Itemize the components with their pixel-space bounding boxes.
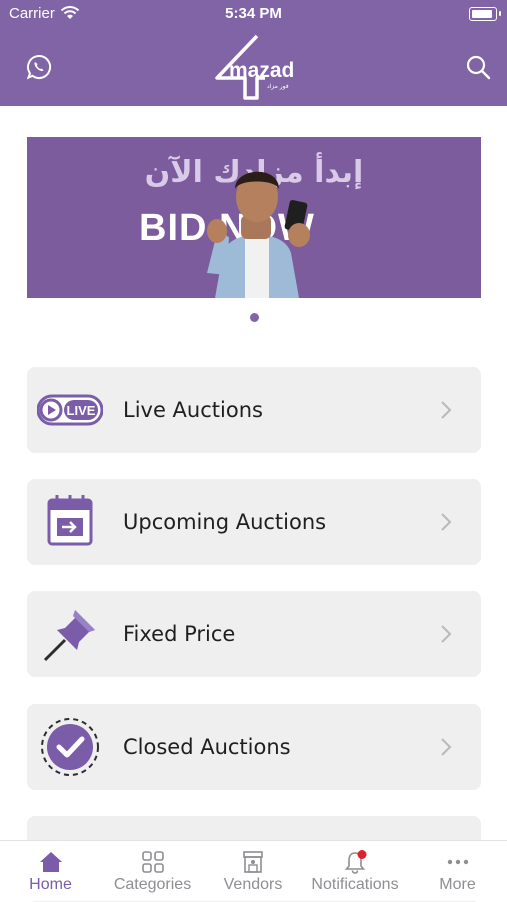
calendar-icon bbox=[47, 495, 93, 546]
tab-more[interactable]: More bbox=[408, 841, 507, 901]
store-icon bbox=[243, 851, 263, 873]
menu-item-label: Fixed Price bbox=[123, 622, 236, 646]
logo-text: mazad bbox=[229, 59, 294, 82]
status-time: 5:34 PM bbox=[225, 5, 282, 22]
more-icon bbox=[447, 859, 468, 865]
tab-label: Home bbox=[29, 876, 72, 893]
whatsapp-icon[interactable] bbox=[26, 54, 52, 80]
menu-item-label: Live Auctions bbox=[123, 398, 263, 422]
live-badge-text: LIVE bbox=[67, 403, 96, 418]
tab-label: Categories bbox=[113, 876, 192, 893]
tab-bar: Home Categories Vendors Notifications Mo… bbox=[0, 840, 507, 901]
menu-item-label: Closed Auctions bbox=[123, 735, 291, 759]
tab-label: Notifications bbox=[311, 876, 399, 893]
menu-item-closed-auctions[interactable]: Closed Auctions bbox=[27, 704, 481, 790]
status-bar: Carrier 5:34 PM bbox=[0, 0, 507, 28]
live-icon: LIVE bbox=[37, 394, 103, 426]
menu-item-upcoming-auctions[interactable]: Upcoming Auctions bbox=[27, 479, 481, 565]
menu-item-fixed-price[interactable]: Fixed Price bbox=[27, 591, 481, 677]
tab-categories[interactable]: Categories bbox=[101, 841, 204, 901]
home-icon bbox=[39, 852, 62, 872]
grid-icon bbox=[141, 851, 164, 873]
header: mazad فور مزاد bbox=[0, 28, 507, 106]
tab-label: More bbox=[439, 876, 476, 893]
search-icon[interactable] bbox=[465, 54, 491, 80]
menu-item-label: Upcoming Auctions bbox=[123, 510, 327, 534]
tab-label: Vendors bbox=[223, 876, 283, 893]
mazad-logo[interactable]: mazad فور مزاد bbox=[205, 32, 305, 102]
logo-subtext: فور مزاد bbox=[267, 83, 289, 90]
pin-icon bbox=[43, 610, 95, 662]
tab-home[interactable]: Home bbox=[0, 841, 101, 901]
chevron-right-icon bbox=[441, 625, 452, 643]
chevron-right-icon bbox=[441, 401, 452, 419]
carousel-indicator[interactable] bbox=[250, 313, 259, 322]
battery-icon bbox=[469, 7, 497, 21]
chevron-right-icon bbox=[441, 738, 452, 756]
chevron-right-icon bbox=[441, 513, 452, 531]
check-badge-icon bbox=[41, 718, 99, 776]
bell-icon bbox=[344, 850, 367, 874]
notification-badge bbox=[357, 850, 367, 859]
banner-person-image bbox=[207, 171, 310, 298]
promo-banner[interactable]: إبدأ مزادك الآن BID NOW bbox=[27, 137, 481, 298]
tab-notifications[interactable]: Notifications bbox=[302, 841, 408, 901]
tab-vendors[interactable]: Vendors bbox=[204, 841, 302, 901]
menu-item-live-auctions[interactable]: LIVE Live Auctions bbox=[27, 367, 481, 453]
